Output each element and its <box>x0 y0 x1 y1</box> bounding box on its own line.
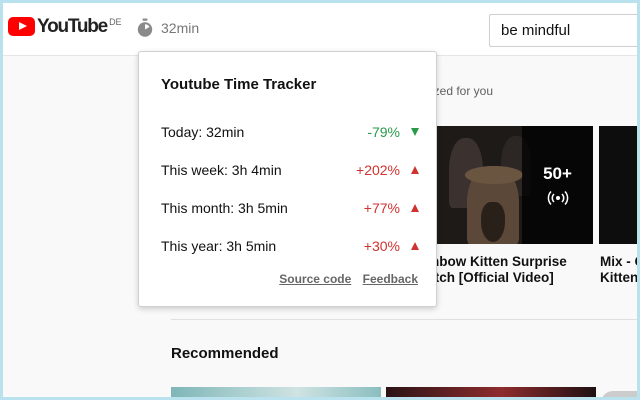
stat-row-month: This month: 3h 5min +77% <box>161 198 419 218</box>
search-input[interactable] <box>490 15 637 46</box>
play-logo-icon <box>8 17 35 36</box>
broadcast-icon <box>547 190 568 206</box>
video-title[interactable]: nbow Kitten Surprise itch [Official Vide… <box>431 254 567 286</box>
trend-up-icon <box>411 204 419 212</box>
stat-label: This month: 3h 5min <box>161 200 288 216</box>
youtube-logo[interactable]: YouTube DE <box>8 15 122 39</box>
trend-up-icon <box>411 166 419 174</box>
timer-value: 32min <box>161 20 200 36</box>
section-divider <box>171 319 637 320</box>
popup-title: Youtube Time Tracker <box>161 76 317 93</box>
stat-label: This week: 3h 4min <box>161 162 282 178</box>
stat-label: Today: 32min <box>161 124 245 140</box>
time-tracker-popup: Youtube Time Tracker Today: 32min -79% T… <box>138 51 437 307</box>
browser-viewport: YouTube DE 32min ized for you 50+ <box>3 3 637 397</box>
stat-row-today: Today: 32min -79% <box>161 122 419 142</box>
time-tracker-toggle[interactable]: 32min <box>136 18 199 38</box>
video-title[interactable]: Mix - C Kitten <box>600 254 637 286</box>
avatar[interactable] <box>601 391 637 397</box>
video-thumbnail[interactable] <box>171 387 381 397</box>
stat-row-week: This week: 3h 4min +202% <box>161 160 419 180</box>
thumbnail-hat <box>465 166 523 184</box>
video-title-line: nbow Kitten Surprise <box>431 254 567 269</box>
stat-change: -79% <box>367 124 400 140</box>
popup-links: Source code Feedback <box>271 272 418 286</box>
video-thumbnail[interactable] <box>386 387 596 397</box>
playlist-count: 50+ <box>543 164 572 183</box>
stopwatch-icon <box>137 18 153 37</box>
stat-row-year: This year: 3h 5min +30% <box>161 236 419 256</box>
logo-country-code: DE <box>109 17 122 27</box>
stat-label: This year: 3h 5min <box>161 238 277 254</box>
video-title-line: Kitten <box>600 270 637 285</box>
source-code-link[interactable]: Source code <box>279 272 351 286</box>
thumbnail-beard <box>481 202 505 242</box>
playlist-overlay[interactable]: 50+ <box>522 126 593 244</box>
top-bar: YouTube DE 32min <box>3 3 637 56</box>
section-title: Recommended <box>171 345 279 362</box>
stat-change: +202% <box>356 162 400 178</box>
video-title-line: Mix - C <box>600 254 637 269</box>
trend-down-icon <box>411 128 419 136</box>
video-title-line: itch [Official Video] <box>431 270 554 285</box>
search-field[interactable] <box>489 14 637 47</box>
feedback-link[interactable]: Feedback <box>363 272 418 286</box>
video-thumbnail[interactable] <box>599 126 637 244</box>
section-subtitle: ized for you <box>431 84 494 98</box>
stat-change: +30% <box>363 238 400 254</box>
stat-change: +77% <box>363 200 400 216</box>
logo-text: YouTube <box>37 16 108 37</box>
trend-up-icon <box>411 242 419 250</box>
